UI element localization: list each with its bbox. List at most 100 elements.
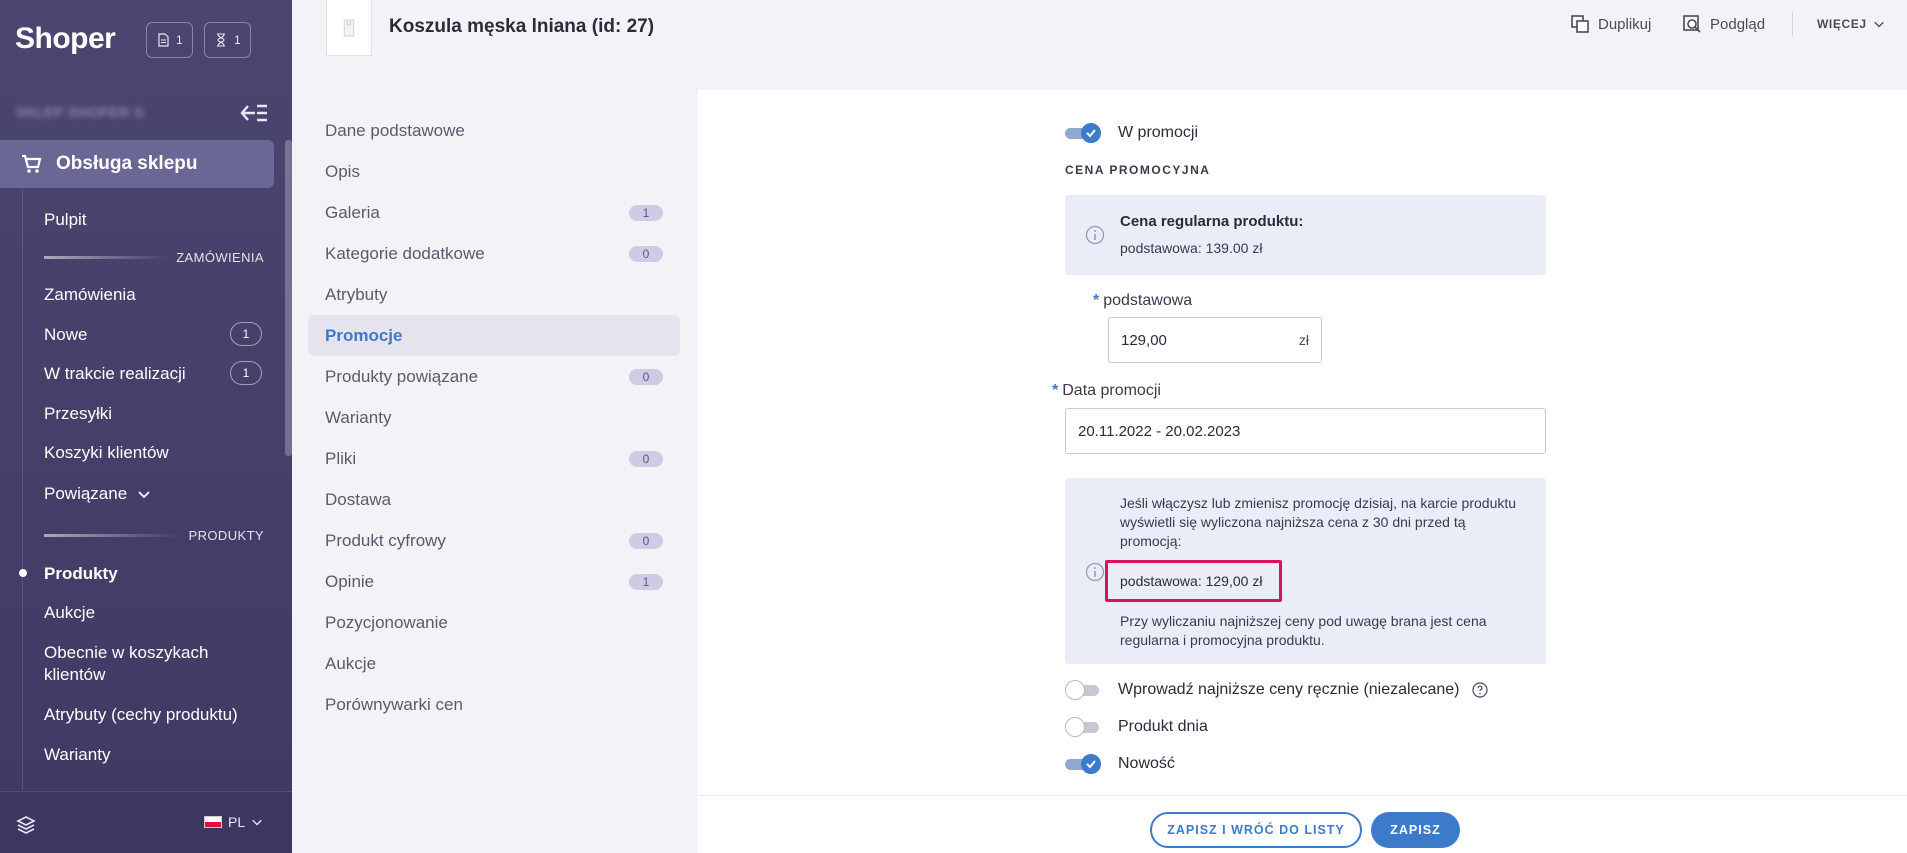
language-label: PL	[228, 814, 246, 830]
duplicate-icon	[1571, 15, 1589, 33]
document-icon	[158, 33, 169, 47]
tab-count: 1	[629, 573, 663, 590]
check-icon	[1086, 760, 1096, 769]
product-of-day-toggle[interactable]	[1065, 717, 1103, 737]
manual-lowest-toggle[interactable]	[1065, 680, 1103, 700]
tab-basic-data[interactable]: Dane podstawowe	[308, 110, 680, 151]
tab-count: 0	[629, 245, 663, 262]
pending-badge[interactable]: 1	[204, 22, 251, 58]
price-label: * podstawowa	[1093, 292, 1192, 310]
promo-date-input[interactable]: 20.11.2022 - 20.02.2023	[1065, 408, 1546, 454]
cart-icon	[22, 154, 42, 173]
tab-label: Dane podstawowe	[325, 120, 465, 140]
toggle-knob	[1065, 717, 1085, 737]
regular-price-box: Cena regularna produktu: podstawowa: 139…	[1065, 195, 1546, 275]
info-icon	[1085, 225, 1105, 245]
required-marker: *	[1052, 382, 1059, 399]
regular-price-title: Cena regularna produktu:	[1120, 213, 1304, 230]
sidebar-item-carts[interactable]: Koszyki klientów	[44, 443, 169, 463]
tab-label: Pliki	[325, 448, 357, 468]
in-promo-toggle[interactable]	[1065, 123, 1103, 143]
sidebar-item-products[interactable]: Produkty	[44, 564, 118, 584]
tab-label: Porównywarki cen	[325, 694, 463, 714]
tab-label: Produkty powiązane	[325, 366, 479, 386]
sidebar-scrollbar[interactable]	[285, 140, 292, 456]
price-label-text: podstawowa	[1103, 292, 1193, 309]
sidebar: Shoper 1 1 SKLEP SHOPER S Obsługa sklepu…	[0, 0, 292, 853]
top-bar: Koszula męska lniana (id: 27) Duplikuj P…	[292, 0, 1907, 60]
duplicate-button[interactable]: Duplikuj	[1570, 14, 1651, 34]
sidebar-item-shipments[interactable]: Przesyłki	[44, 404, 112, 424]
manual-lowest-label: Wprowadź najniższe ceny ręcznie (niezale…	[1118, 681, 1488, 699]
sidebar-item-new[interactable]: Nowe	[44, 325, 87, 345]
tab-variants[interactable]: Warianty	[308, 397, 680, 438]
preview-label: Podgląd	[1710, 15, 1766, 33]
tab-related-products[interactable]: Produkty powiązane 0	[308, 356, 680, 397]
tab-auctions[interactable]: Aukcje	[308, 643, 680, 684]
product-tabs: Dane podstawowe Opis Galeria 1 Kategorie …	[308, 110, 680, 725]
sidebar-item-orders[interactable]: Zamówienia	[44, 285, 136, 305]
check-icon	[1086, 129, 1096, 138]
chevron-down-icon	[138, 491, 150, 499]
section-products: PRODUKTY	[44, 528, 264, 543]
save-button[interactable]: ZAPISZ	[1371, 812, 1460, 848]
sidebar-item-in-carts[interactable]: Obecnie w koszykach klientów	[44, 642, 244, 686]
sidebar-item-related[interactable]: Powiązane	[44, 484, 151, 504]
pending-count: 1	[234, 33, 241, 47]
tab-digital-product[interactable]: Produkt cyfrowy 0	[308, 520, 680, 561]
shirt-icon	[343, 19, 355, 36]
lowest-price-info: Jeśli włączysz lub zmienisz promocję dzi…	[1120, 495, 1517, 549]
product-of-day-label: Produkt dnia	[1118, 718, 1208, 735]
more-label: WIĘCEJ	[1817, 17, 1867, 31]
tab-count: 1	[629, 204, 663, 221]
lowest-price-box: Jeśli włączysz lub zmienisz promocję dzi…	[1065, 478, 1546, 664]
sidebar-item-auctions[interactable]: Aukcje	[44, 603, 95, 623]
date-label: * Data promocji	[1052, 382, 1161, 400]
layers-icon[interactable]	[16, 814, 36, 834]
preview-button[interactable]: Podgląd	[1682, 14, 1765, 34]
tab-promotions[interactable]: Promocje	[308, 315, 680, 356]
toggle-knob	[1065, 680, 1085, 700]
notifications-count: 1	[176, 33, 183, 47]
language-selector[interactable]: PL	[204, 814, 263, 830]
shoper-logo[interactable]: Shoper	[15, 22, 116, 56]
tab-price-comparison[interactable]: Porównywarki cen	[308, 684, 680, 725]
poland-flag-icon	[204, 816, 222, 828]
duplicate-label: Duplikuj	[1598, 15, 1652, 33]
in-progress-count-badge: 1	[230, 361, 262, 385]
nav-line	[22, 190, 23, 790]
chevron-down-icon	[1873, 21, 1884, 28]
tab-seo[interactable]: Pozycjonowanie	[308, 602, 680, 643]
promo-price-input[interactable]: 129,00 zł	[1108, 317, 1322, 363]
tab-reviews[interactable]: Opinie 1	[308, 561, 680, 602]
regular-price-value: podstawowa: 139.00 zł	[1120, 240, 1263, 256]
tab-attributes[interactable]: Atrybuty	[308, 274, 680, 315]
section-products-label: PRODUKTY	[188, 528, 264, 543]
collapse-sidebar-button[interactable]	[238, 101, 270, 125]
tab-extra-categories[interactable]: Kategorie dodatkowe 0	[308, 233, 680, 274]
active-section-store[interactable]: Obsługa sklepu	[0, 140, 274, 188]
tab-delivery[interactable]: Dostawa	[308, 479, 680, 520]
promotion-panel: W promocji CENA PROMOCYJNA Cena regularn…	[698, 90, 1907, 795]
sidebar-item-attributes[interactable]: Atrybuty (cechy produktu)	[44, 705, 238, 725]
notifications-badge[interactable]: 1	[146, 22, 193, 58]
preview-icon	[1683, 15, 1701, 33]
tab-label: Atrybuty	[325, 284, 388, 304]
sidebar-item-variants[interactable]: Warianty	[44, 745, 110, 765]
required-marker: *	[1093, 292, 1100, 309]
sidebar-item-dashboard[interactable]: Pulpit	[44, 210, 87, 230]
more-menu-button[interactable]: WIĘCEJ	[1817, 17, 1885, 31]
new-product-toggle[interactable]	[1065, 754, 1103, 774]
hourglass-icon	[217, 33, 225, 47]
tab-files[interactable]: Pliki 0	[308, 438, 680, 479]
help-icon[interactable]	[1472, 682, 1488, 698]
shop-name: SKLEP SHOPER S	[16, 104, 145, 120]
tab-gallery[interactable]: Galeria 1	[308, 192, 680, 233]
tab-description[interactable]: Opis	[308, 151, 680, 192]
toggle-knob	[1081, 754, 1101, 774]
section-orders: ZAMÓWIENIA	[44, 250, 264, 265]
product-thumbnail[interactable]	[326, 0, 372, 56]
tab-label: Opinie	[325, 571, 375, 591]
save-and-back-button[interactable]: ZAPISZ I WRÓĆ DO LISTY	[1150, 812, 1362, 848]
sidebar-item-in-progress[interactable]: W trakcie realizacji	[44, 364, 186, 384]
